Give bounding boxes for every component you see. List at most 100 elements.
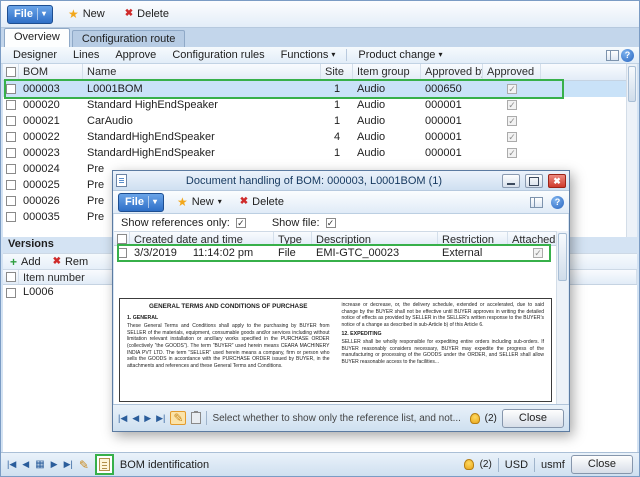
dialog-new-button[interactable]: ★ New ▾: [172, 193, 227, 212]
dialog-document-icon: [116, 174, 127, 187]
description-column-header[interactable]: Description: [312, 232, 438, 245]
bell-icon[interactable]: [463, 459, 474, 470]
show-references-checkbox[interactable]: ✓: [235, 217, 246, 228]
company-indicator[interactable]: usmf: [541, 459, 565, 471]
dialog-scrollbar[interactable]: [556, 231, 568, 404]
dialog-delete-button[interactable]: ✖ Delete: [235, 193, 289, 212]
last-record-icon[interactable]: ▶|: [64, 460, 73, 469]
currency-indicator[interactable]: USD: [505, 459, 528, 471]
site-cell: 1: [333, 83, 341, 95]
row-checkbox[interactable]: [6, 212, 16, 222]
row-select-cell: [3, 113, 19, 129]
item-group-column-header[interactable]: Item group: [353, 64, 421, 80]
row-select-cell: [3, 209, 19, 225]
table-row[interactable]: 000022 StandardHighEndSpeaker 4 Audio 00…: [3, 129, 637, 145]
document-title: GENERAL TERMS AND CONDITIONS OF PURCHASE: [149, 303, 308, 310]
select-all-checkbox[interactable]: [5, 67, 16, 77]
close-window-button[interactable]: ✖: [548, 173, 566, 188]
first-record-icon[interactable]: |◀: [7, 460, 16, 469]
row-checkbox[interactable]: [6, 132, 16, 142]
new-button[interactable]: ★ New: [63, 5, 110, 24]
site-cell: 1: [333, 99, 341, 111]
restriction-column-header[interactable]: Restriction: [438, 232, 508, 245]
delete-label: Delete: [137, 8, 169, 20]
edit-pencil-icon[interactable]: ✎: [79, 459, 89, 471]
document-left-column: GENERAL TERMS AND CONDITIONS OF PURCHASE…: [127, 302, 330, 398]
alert-count[interactable]: (2): [485, 413, 497, 424]
delete-button[interactable]: ✖ Delete: [120, 5, 174, 24]
approved-cell: ✓: [483, 113, 541, 129]
first-record-icon[interactable]: |◀: [118, 413, 127, 423]
table-row[interactable]: 000023 StandardHighEndSpeaker 1 Audio 00…: [3, 145, 637, 161]
table-row[interactable]: 000003 L0001BOM 1 Audio 000650 ✓: [3, 81, 637, 97]
table-row[interactable]: 000020 Standard HighEndSpeaker 1 Audio 0…: [3, 97, 637, 113]
row-checkbox[interactable]: [6, 164, 16, 174]
plus-icon: +: [10, 254, 18, 269]
filler-cell: [541, 81, 637, 97]
row-checkbox[interactable]: [6, 180, 16, 190]
configuration-rules-button[interactable]: Configuration rules: [165, 48, 271, 63]
status-divider: [206, 411, 208, 425]
product-change-menu-button[interactable]: Product change ▾: [351, 48, 449, 63]
row-checkbox[interactable]: [6, 148, 16, 158]
approve-button[interactable]: Approve: [108, 48, 163, 63]
document-handling-icon[interactable]: [98, 458, 110, 471]
table-row[interactable]: 000021 CarAudio 1 Audio 000001 ✓: [3, 113, 637, 129]
clipboard-icon[interactable]: [191, 411, 202, 424]
approved-column-header[interactable]: Approved: [483, 64, 541, 80]
edit-pencil-icon[interactable]: ✎: [173, 412, 183, 424]
minimize-button[interactable]: [502, 173, 520, 188]
help-icon[interactable]: ?: [621, 48, 634, 62]
row-checkbox[interactable]: [6, 100, 16, 110]
row-checkbox[interactable]: [6, 84, 16, 94]
next-record-icon[interactable]: ▶: [51, 460, 58, 469]
type-column-header[interactable]: Type: [274, 232, 312, 245]
tab-overview[interactable]: Overview: [4, 28, 70, 47]
approved-by-column-header[interactable]: Approved by: [421, 64, 483, 80]
close-button[interactable]: Close: [570, 455, 633, 474]
designer-button[interactable]: Designer: [6, 48, 64, 63]
name-column-header[interactable]: Name: [83, 64, 321, 80]
functions-menu-button[interactable]: Functions ▾: [274, 48, 343, 63]
dialog-close-button[interactable]: Close: [501, 408, 564, 428]
chevron-down-icon: ▾: [331, 50, 336, 59]
help-icon[interactable]: ?: [551, 195, 564, 209]
created-cell: 3/3/2019 11:14:02 pm: [130, 246, 274, 260]
previous-record-icon[interactable]: ◀: [132, 413, 139, 423]
layout-icon[interactable]: [530, 196, 543, 208]
dialog-file-menu-button[interactable]: File ▾: [118, 192, 164, 212]
document-row[interactable]: 3/3/2019 11:14:02 pm File EMI-GTC_00023 …: [114, 246, 568, 260]
select-all-checkbox[interactable]: [116, 233, 127, 244]
bom-cell: 000022: [23, 131, 60, 143]
maximize-button[interactable]: [525, 173, 543, 188]
add-version-button[interactable]: + Add: [10, 256, 41, 268]
filler-cell: [541, 97, 637, 113]
alert-count[interactable]: (2): [480, 459, 492, 470]
remove-version-button[interactable]: ✖ Rem: [53, 256, 89, 268]
row-checkbox[interactable]: [6, 116, 16, 126]
next-record-icon[interactable]: ▶: [144, 413, 151, 423]
lines-button[interactable]: Lines: [66, 48, 106, 63]
row-checkbox[interactable]: [6, 196, 16, 206]
previous-record-icon[interactable]: ◀: [22, 460, 29, 469]
created-column-header[interactable]: Created date and time: [130, 232, 274, 245]
show-references-label: Show references only:: [121, 216, 230, 229]
new-label: New: [82, 8, 105, 20]
grid-scrollbar[interactable]: [626, 64, 637, 237]
dialog-title-bar[interactable]: Document handling of BOM: 000003, L0001B…: [113, 171, 569, 191]
row-checkbox[interactable]: [117, 248, 127, 258]
site-column-header[interactable]: Site: [321, 64, 353, 80]
grid-view-icon[interactable]: ▦: [35, 459, 44, 470]
file-menu-button[interactable]: File ▾: [7, 4, 53, 24]
bom-column-header[interactable]: BOM: [19, 64, 83, 80]
row-select-cell: [114, 246, 130, 260]
row-select-cell: [3, 193, 19, 209]
tab-configuration-route[interactable]: Configuration route: [71, 30, 186, 47]
name-cell: L0001BOM: [87, 83, 143, 95]
row-checkbox[interactable]: [6, 287, 16, 298]
last-record-icon[interactable]: ▶|: [156, 413, 165, 423]
show-file-checkbox[interactable]: ✓: [325, 217, 336, 228]
bell-icon[interactable]: [469, 412, 480, 424]
select-all-checkbox[interactable]: [5, 272, 16, 282]
layout-icon[interactable]: [606, 49, 619, 61]
